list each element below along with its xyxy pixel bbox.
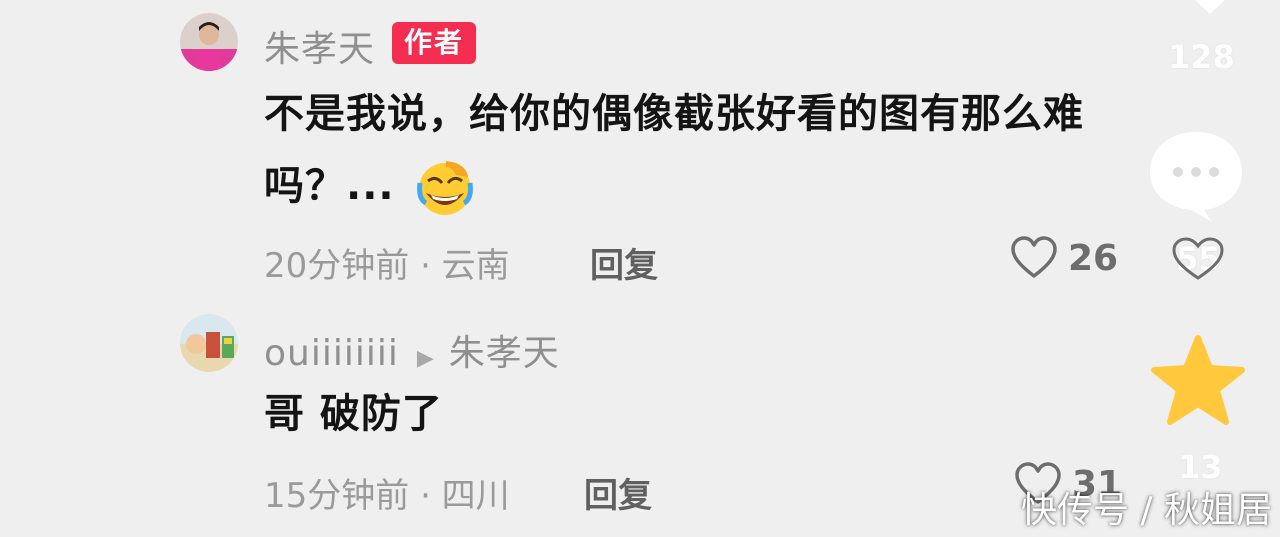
comment-text-line2: 吗？... <box>264 163 395 209</box>
comment-text-line: 不是我说，给你的偶像截张好看的图有那么难 <box>264 91 1084 137</box>
comment-text-line: 吗？... <box>264 150 1144 222</box>
star-icon[interactable] <box>1150 334 1246 426</box>
avatar[interactable] <box>180 314 238 372</box>
comment-username[interactable]: ouiiiiiiii <box>264 333 399 374</box>
comment-time-location: 15分钟前 · 四川 <box>264 476 510 516</box>
like-button[interactable]: 26 <box>1010 236 1118 280</box>
avatar[interactable] <box>180 13 238 71</box>
watermark: 快传号 / 秋姐居 <box>1020 490 1272 531</box>
like-total-count: 128 <box>1168 38 1235 76</box>
reply-header: ouiiiiiiii ▶ 朱孝天 <box>264 324 560 376</box>
comment-time-location: 20分钟前 · 云南 <box>264 246 510 286</box>
heart-outline-icon <box>1172 237 1224 280</box>
comment-username[interactable]: 朱孝天 <box>264 20 375 72</box>
reply-button[interactable]: 回复 <box>590 238 658 287</box>
comment-bubble-icon[interactable] <box>1146 128 1246 224</box>
like-count: 26 <box>1068 237 1119 279</box>
comment-text: 哥 破防了 <box>264 391 443 437</box>
comment-text: 不是我说，给你的偶像截张好看的图有那么难 吗？... <box>264 78 1144 222</box>
video-action-column: 128 55 13 <box>1140 0 1280 537</box>
author-badge: 作者 <box>392 22 477 64</box>
reply-button[interactable]: 回复 <box>584 468 652 517</box>
rolling-laughing-emoji-icon <box>416 159 474 217</box>
reply-to-username[interactable]: 朱孝天 <box>449 333 560 374</box>
reply-arrow-icon: ▶ <box>416 346 435 371</box>
heart-icon[interactable] <box>1170 0 1250 16</box>
heart-icon <box>1011 236 1057 278</box>
